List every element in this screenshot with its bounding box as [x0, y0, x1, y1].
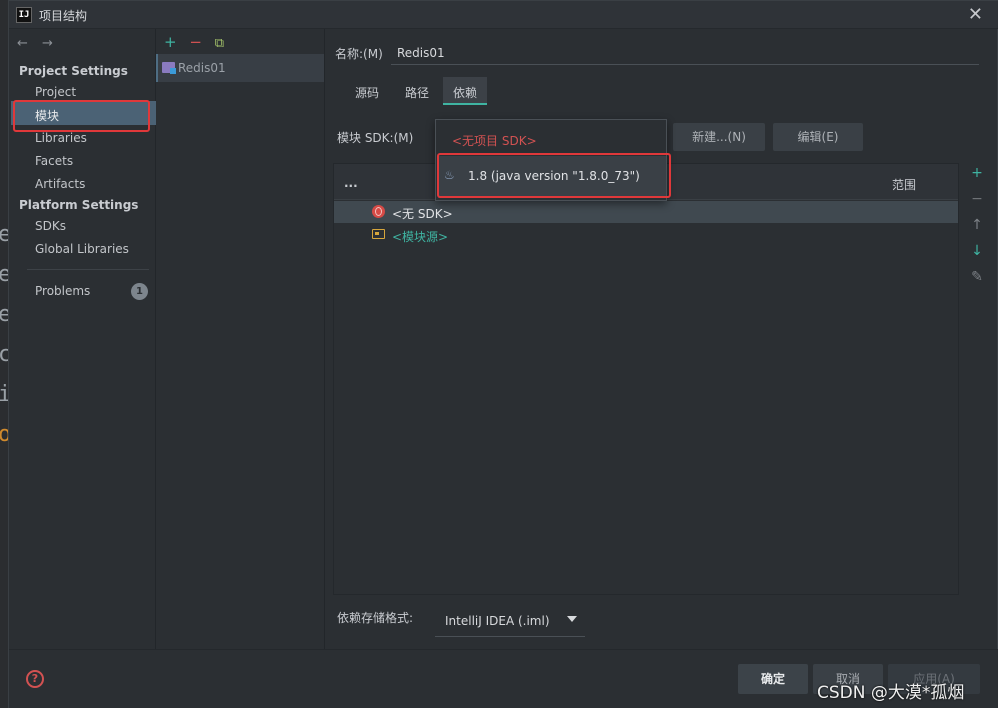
dependencies-table: ... 范围 <无 SDK> <模块源> [333, 163, 959, 595]
edit-sdk-button[interactable]: 编辑(E) [773, 123, 863, 151]
nav-divider [27, 269, 149, 270]
dependency-label: <无 SDK> [392, 207, 453, 221]
sdk-option-none[interactable]: <无项目 SDK> [436, 120, 666, 156]
table-row[interactable]: <无 SDK> [334, 201, 958, 223]
name-label: 名称:(M) [335, 47, 383, 61]
settings-nav: ← → Project Settings Project 模块 Librarie… [9, 29, 156, 649]
storage-format-label: 依赖存储格式: [337, 611, 414, 625]
problems-count-badge: 1 [131, 283, 148, 300]
nav-item-artifacts[interactable]: Artifacts [35, 177, 85, 191]
tab-paths[interactable]: 路径 [395, 77, 439, 105]
module-detail-panel: 名称:(M) 源码 路径 依赖 模块 SDK:(M) 新建...(N) 编辑(E… [325, 29, 998, 649]
module-list-item[interactable]: Redis01 [156, 54, 324, 82]
intellij-logo-icon: IJ [16, 7, 32, 23]
nav-item-problems[interactable]: Problems [35, 284, 90, 298]
remove-dependency-icon[interactable]: − [967, 191, 987, 207]
storage-format-select[interactable]: IntelliJ IDEA (.iml) [435, 607, 585, 637]
add-dependency-icon[interactable]: + [967, 165, 987, 181]
title-bar: IJ 项目结构 ✕ [9, 1, 998, 29]
module-name-input[interactable] [391, 41, 979, 65]
nav-item-libraries[interactable]: Libraries [35, 131, 87, 145]
nav-item-facets[interactable]: Facets [35, 154, 73, 168]
module-list-panel: + − ⧉ Redis01 [156, 29, 325, 649]
nav-item-global-libraries[interactable]: Global Libraries [35, 242, 129, 256]
ok-button[interactable]: 确定 [738, 664, 808, 694]
folder-icon [372, 229, 385, 239]
new-sdk-button[interactable]: 新建...(N) [673, 123, 765, 151]
copy-module-icon[interactable]: ⧉ [215, 36, 224, 51]
module-folder-icon [162, 62, 176, 74]
forward-arrow-icon[interactable]: → [42, 36, 53, 51]
dependency-label: <模块源> [392, 230, 449, 244]
annotation-highlight-box [437, 153, 671, 198]
nav-arrows: ← → [17, 36, 63, 51]
sdk-option-label: <无项目 SDK> [452, 134, 537, 148]
platform-settings-heading: Platform Settings [19, 198, 139, 212]
tab-dependencies[interactable]: 依赖 [443, 77, 488, 105]
remove-module-icon[interactable]: − [189, 33, 202, 51]
back-arrow-icon[interactable]: ← [17, 36, 28, 51]
annotation-highlight-box [13, 100, 150, 132]
module-sdk-label: 模块 SDK:(M) [337, 131, 414, 145]
tab-sources[interactable]: 源码 [345, 77, 389, 105]
project-settings-heading: Project Settings [19, 64, 128, 78]
globe-icon [372, 205, 385, 218]
edit-dependency-icon[interactable]: ✎ [967, 269, 987, 285]
nav-item-sdks[interactable]: SDKs [35, 219, 66, 233]
move-down-icon[interactable]: ↓ [967, 243, 987, 259]
column-header-name[interactable]: ... [344, 176, 358, 190]
table-row[interactable]: <模块源> [334, 224, 958, 246]
module-name: Redis01 [178, 61, 226, 75]
storage-format-value: IntelliJ IDEA (.iml) [445, 614, 550, 628]
move-up-icon[interactable]: ↑ [967, 217, 987, 233]
chevron-down-icon [567, 616, 577, 622]
column-header-scope[interactable]: 范围 [892, 176, 916, 193]
module-toolbar: + − ⧉ [164, 33, 224, 51]
help-icon[interactable]: ? [26, 670, 44, 688]
csdn-watermark: CSDN @大漠*孤烟 [817, 683, 965, 703]
dialog-title: 项目结构 [39, 9, 88, 23]
close-icon[interactable]: ✕ [968, 4, 983, 25]
project-structure-dialog: IJ 项目结构 ✕ ← → Project Settings Project 模… [8, 0, 998, 708]
add-module-icon[interactable]: + [164, 33, 177, 51]
nav-item-project[interactable]: Project [35, 85, 76, 99]
